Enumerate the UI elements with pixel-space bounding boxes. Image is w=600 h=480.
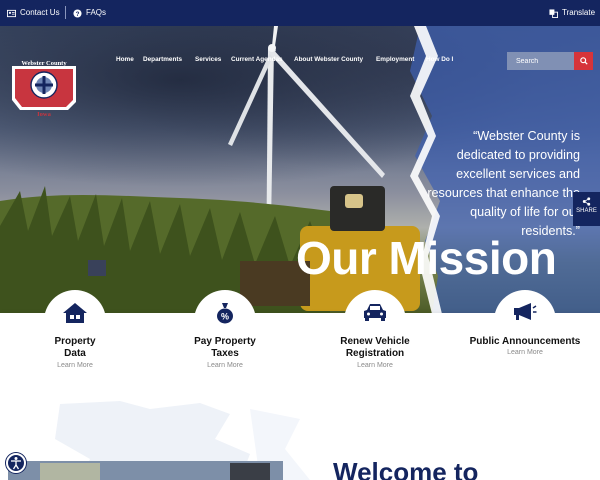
accessibility-button[interactable] xyxy=(6,453,26,473)
learn-more-link[interactable]: Learn More xyxy=(325,362,425,369)
quick-link-public-announcements[interactable]: Public Announcements xyxy=(460,336,590,348)
quick-link-title-line: Data xyxy=(64,348,86,359)
learn-more-link[interactable]: Learn More xyxy=(25,362,125,369)
contact-card-icon xyxy=(7,9,16,17)
nav-item-employment[interactable]: Employment xyxy=(376,56,414,63)
nav-item-departments[interactable]: Departments xyxy=(143,56,182,63)
nav-item-services[interactable]: Services xyxy=(195,56,221,63)
quick-link-title-line: Pay Property xyxy=(194,336,256,347)
learn-more-link[interactable]: Learn More xyxy=(175,362,275,369)
page: Contact Us ? FAQs Translate Webster Coun… xyxy=(0,0,600,480)
logo-text-top: Webster County xyxy=(21,60,67,67)
utility-bar: Contact Us ? FAQs Translate xyxy=(0,0,600,26)
question-circle-icon: ? xyxy=(73,8,82,17)
translate-icon xyxy=(549,8,558,18)
svg-text:?: ? xyxy=(76,10,80,17)
quick-link-pay-taxes[interactable]: Pay Property Taxes xyxy=(165,336,285,360)
quick-link-title-line: Property xyxy=(54,336,96,347)
quote-line: resources that enhance the xyxy=(427,186,580,200)
house-icon xyxy=(63,303,87,323)
map-watermark xyxy=(8,401,310,480)
hero-banner: Webster County Iowa Home Departments Ser… xyxy=(0,26,600,314)
nav-item-how-do-i[interactable]: How Do I xyxy=(426,56,453,63)
quote-line: dedicated to providing xyxy=(456,148,580,162)
share-button[interactable]: SHARE xyxy=(573,192,600,226)
share-icon xyxy=(582,197,591,206)
utility-divider xyxy=(65,6,66,19)
accessibility-icon xyxy=(11,457,21,470)
quote-line: excellent services and xyxy=(456,167,580,181)
quick-link-title-line: Renew Vehicle xyxy=(340,336,410,347)
quick-link-property-data[interactable]: Property Data xyxy=(25,336,125,360)
svg-text:%: % xyxy=(221,312,229,322)
contact-us-label: Contact Us xyxy=(20,8,60,17)
search-input[interactable] xyxy=(507,52,574,70)
logo-text-bottom: Iowa xyxy=(37,111,51,118)
county-logo[interactable]: Webster County Iowa xyxy=(6,58,82,118)
money-bag-icon: % xyxy=(217,303,233,324)
mission-quote: “Webster County is dedicated to providin… xyxy=(410,127,580,241)
contact-us-link[interactable]: Contact Us xyxy=(7,8,60,18)
quick-link-title-line: Public Announcements xyxy=(469,336,581,347)
translate-label: Translate xyxy=(562,8,596,17)
mission-heading: Our Mission xyxy=(296,232,557,284)
quick-link-vehicle-registration[interactable]: Renew Vehicle Registration xyxy=(315,336,435,360)
search-bar xyxy=(507,52,593,70)
nav-item-about[interactable]: About Webster County xyxy=(294,56,363,63)
nav-item-home[interactable]: Home xyxy=(116,56,134,63)
search-button[interactable] xyxy=(574,52,593,70)
search-icon xyxy=(579,57,588,65)
quick-link-title-line: Registration xyxy=(345,348,405,359)
welcome-heading: Welcome to xyxy=(333,457,479,480)
quote-line: “Webster County is xyxy=(473,129,580,143)
nav-item-current-agendas[interactable]: Current Agendas xyxy=(231,56,283,63)
share-label: SHARE xyxy=(576,208,597,214)
megaphone-icon xyxy=(514,303,537,320)
quote-line: quality of life for our xyxy=(470,205,580,219)
quick-link-title-line: Taxes xyxy=(211,348,239,359)
faqs-link[interactable]: ? FAQs xyxy=(73,8,106,18)
welcome-section xyxy=(0,379,600,480)
car-icon xyxy=(364,304,386,321)
faqs-label: FAQs xyxy=(86,8,107,17)
learn-more-link[interactable]: Learn More xyxy=(475,349,575,356)
translate-link[interactable]: Translate xyxy=(549,8,595,18)
